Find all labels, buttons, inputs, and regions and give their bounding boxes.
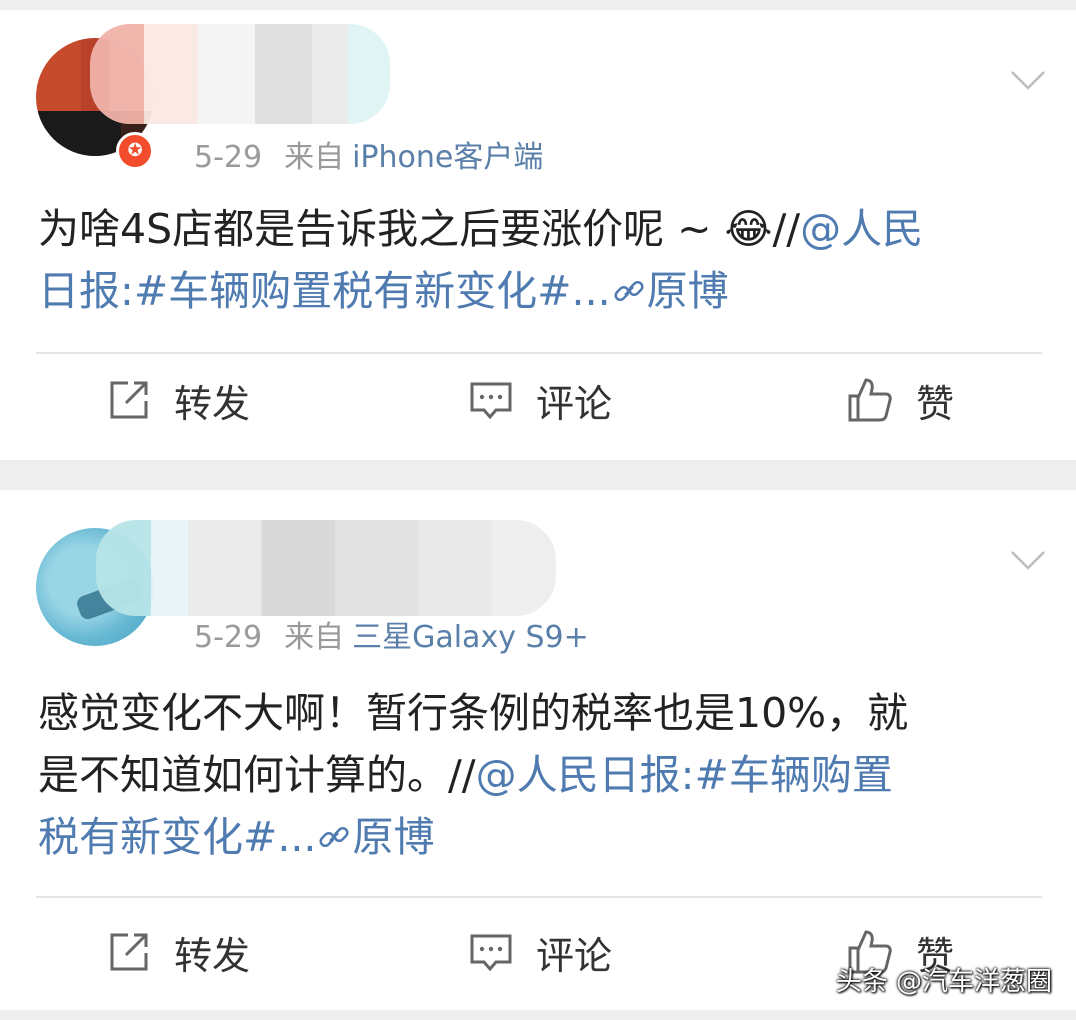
post-body-text: 是不知道如何计算的。// bbox=[38, 751, 476, 799]
watermark: 头条 @汽车洋葱圈 bbox=[835, 967, 1052, 997]
repost-separator: // bbox=[772, 205, 801, 253]
comment-label: 评论 bbox=[536, 933, 613, 978]
repost-button[interactable]: 转发 bbox=[106, 912, 250, 992]
thumbs-up-icon bbox=[848, 378, 892, 422]
topic-link[interactable]: #车辆购置 bbox=[694, 751, 892, 799]
ellipsis: ... bbox=[277, 813, 317, 861]
username-blurred[interactable] bbox=[96, 520, 556, 616]
colon: : bbox=[680, 751, 695, 799]
divider bbox=[36, 352, 1042, 354]
repost-icon bbox=[110, 933, 148, 971]
post-text-line-2: 日报:#车辆购置税有新变化#... 原博 bbox=[38, 260, 1048, 322]
post-meta: 5-29 来自 三星Galaxy S9+ bbox=[194, 612, 589, 656]
like-label: 赞 bbox=[916, 381, 955, 426]
post-date: 5-29 bbox=[194, 620, 263, 655]
topic-link-tail[interactable]: 税有新变化# bbox=[38, 813, 277, 861]
post-text-line-2: 是不知道如何计算的。//@人民日报:#车辆购置 bbox=[38, 744, 1048, 806]
comment-icon bbox=[470, 934, 512, 972]
post-meta: 5-29 来自 iPhone客户端 bbox=[194, 132, 543, 176]
post-body-text: 为啥4S店都是告诉我之后要涨价呢 ~ bbox=[38, 205, 725, 253]
from-label: 来自 bbox=[284, 140, 345, 175]
original-post-label: 原博 bbox=[352, 813, 435, 861]
post-text-line-3: 税有新变化#... 原博 bbox=[38, 806, 1048, 868]
post-source[interactable]: 三星Galaxy S9+ bbox=[352, 620, 589, 655]
divider bbox=[36, 896, 1042, 898]
username-blurred[interactable] bbox=[90, 24, 390, 124]
chevron-down-icon[interactable] bbox=[1010, 62, 1046, 98]
original-post-link[interactable]: 原博 bbox=[611, 267, 729, 315]
comment-button[interactable]: 评论 bbox=[468, 912, 612, 992]
comment-label: 评论 bbox=[536, 381, 613, 426]
mention-link[interactable]: @人民 bbox=[800, 205, 923, 253]
post-date: 5-29 bbox=[194, 140, 263, 175]
repost-label: 转发 bbox=[174, 933, 251, 978]
comment-button[interactable]: 评论 bbox=[468, 360, 612, 440]
post-text-line-1: 为啥4S店都是告诉我之后要涨价呢 ~ 😂//@人民 bbox=[38, 198, 1048, 260]
post-text-line-1: 感觉变化不大啊！暂行条例的税率也是10%，就 bbox=[38, 689, 909, 737]
action-bar: 转发 评论 赞 bbox=[0, 360, 1076, 440]
mention-link[interactable]: @人民日报 bbox=[476, 751, 681, 799]
post-source[interactable]: iPhone客户端 bbox=[352, 140, 543, 175]
original-post-link[interactable]: 原博 bbox=[316, 813, 434, 861]
from-label: 来自 bbox=[284, 620, 345, 655]
original-post-label: 原博 bbox=[646, 267, 729, 315]
like-button[interactable]: 赞 bbox=[846, 360, 954, 440]
repost-icon bbox=[110, 381, 148, 419]
comment-icon bbox=[470, 382, 512, 420]
mention-link-tail[interactable]: 日报 bbox=[38, 267, 120, 315]
repost-button[interactable]: 转发 bbox=[106, 360, 250, 440]
ellipsis: ... bbox=[571, 267, 611, 315]
chevron-down-icon[interactable] bbox=[1010, 542, 1046, 578]
post-text: 感觉变化不大啊！暂行条例的税率也是10%，就 是不知道如何计算的。//@人民日报… bbox=[38, 682, 1048, 868]
laugh-cry-emoji-icon: 😂 bbox=[724, 205, 773, 253]
link-icon bbox=[614, 280, 644, 302]
colon: : bbox=[120, 267, 134, 315]
repost-label: 转发 bbox=[174, 381, 251, 426]
link-icon bbox=[319, 826, 349, 848]
vip-badge-icon: ✪ bbox=[116, 132, 154, 170]
topic-link[interactable]: #车辆购置税有新变化# bbox=[134, 267, 572, 315]
post-text: 为啥4S店都是告诉我之后要涨价呢 ~ 😂//@人民 日报:#车辆购置税有新变化#… bbox=[38, 198, 1048, 322]
